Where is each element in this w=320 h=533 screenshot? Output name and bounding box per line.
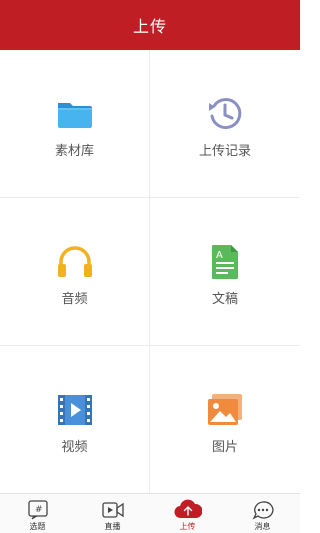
tab-label: 直播 <box>104 522 121 531</box>
tile-label: 素材库 <box>54 144 94 159</box>
picture-icon <box>205 390 245 430</box>
svg-text:#: # <box>35 505 43 515</box>
upload-history-tile[interactable]: 上传记录 <box>150 50 300 198</box>
film-icon <box>55 390 95 430</box>
tile-label: 上传记录 <box>198 144 251 159</box>
tab-upload[interactable]: 上传 <box>150 494 225 533</box>
tile-label: 图片 <box>211 440 238 455</box>
material-library-tile[interactable]: 素材库 <box>0 50 150 198</box>
history-clock-icon <box>205 94 245 134</box>
hash-icon: # <box>27 500 49 520</box>
document-icon: A <box>205 242 245 282</box>
svg-text:A: A <box>216 250 223 261</box>
tile-label: 视频 <box>61 440 88 455</box>
tab-messages[interactable]: 消息 <box>225 494 300 533</box>
tile-label: 音频 <box>61 292 88 307</box>
headphones-icon <box>55 242 95 282</box>
upload-options-grid: 素材库 上传记录 音频 A 文稿 视频 图片 <box>0 50 300 493</box>
cloud-upload-icon <box>174 498 202 520</box>
tab-label: 消息 <box>254 522 271 531</box>
video-camera-icon <box>101 500 124 520</box>
picture-tile[interactable]: 图片 <box>150 346 300 493</box>
bottom-tab-bar: # 选题 直播 上传 消息 <box>0 493 300 533</box>
tile-label: 文稿 <box>211 292 238 307</box>
tab-topics[interactable]: # 选题 <box>0 494 75 533</box>
top-bar: 上传 <box>0 0 300 50</box>
video-tile[interactable]: 视频 <box>0 346 150 493</box>
audio-tile[interactable]: 音频 <box>0 198 150 346</box>
folder-icon <box>55 94 95 134</box>
manuscript-tile[interactable]: A 文稿 <box>150 198 300 346</box>
tab-label: 选题 <box>29 522 46 531</box>
tab-live[interactable]: 直播 <box>75 494 150 533</box>
page-title: 上传 <box>132 17 167 36</box>
chat-bubble-icon <box>252 500 274 520</box>
tab-label: 上传 <box>179 522 196 531</box>
